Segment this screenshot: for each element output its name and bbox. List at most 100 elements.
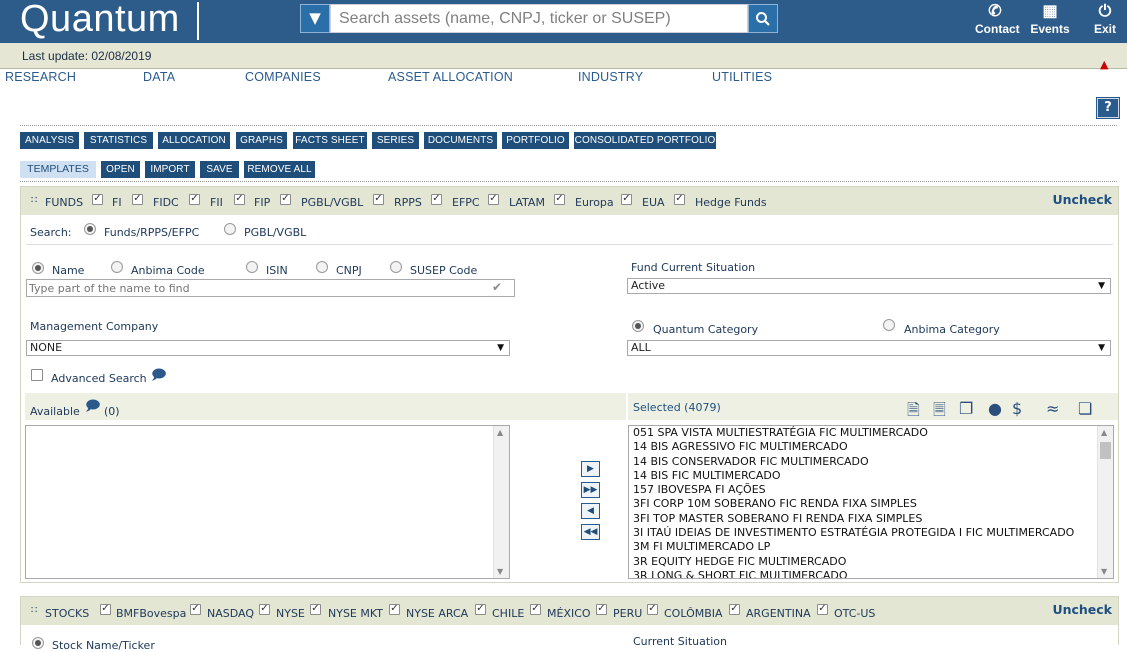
exit-link[interactable]: ⏻ Exit	[1091, 2, 1119, 36]
management-company-select[interactable]: NONE ▼	[26, 340, 510, 356]
isin-radio[interactable]	[246, 261, 258, 273]
contact-link[interactable]: ✆ Contact	[975, 2, 1020, 36]
move-left-button[interactable]: ◀	[581, 503, 600, 519]
scroll-down-icon[interactable]: ▼	[497, 567, 503, 576]
tab-facts-sheet[interactable]: FACTS SHEET	[293, 132, 367, 149]
filter-icon[interactable]: ▼	[300, 4, 330, 33]
nyse-checkbox[interactable]: ✓	[259, 604, 270, 615]
name-radio[interactable]	[32, 262, 44, 274]
efpc-checkbox[interactable]: ✓	[431, 194, 442, 205]
dollar-list-icon[interactable]: $	[1012, 399, 1022, 418]
list-item[interactable]: 3R EQUITY HEDGE FIC MULTIMERCADO	[629, 555, 1097, 569]
list-item[interactable]: 3R LONG & SHORT FIC MULTIMERCADO	[629, 569, 1097, 578]
hedge-funds-checkbox[interactable]: ✓	[674, 194, 685, 205]
menu-industry[interactable]: INDUSTRY	[578, 70, 643, 84]
otc-us-checkbox[interactable]: ✓	[817, 604, 828, 615]
list-item[interactable]: 3FI CORP 10M SOBERANO FIC RENDA FIXA SIM…	[629, 497, 1097, 511]
eua-checkbox[interactable]: ✓	[621, 194, 632, 205]
tab-series[interactable]: SERIES	[372, 132, 419, 149]
pgbl-checkbox[interactable]: ✓	[280, 194, 291, 205]
menu-research[interactable]: RESEARCH	[5, 70, 76, 84]
scrollbar[interactable]: ▲ ▼	[493, 426, 509, 578]
pgbl-vgbl-radio[interactable]	[224, 223, 236, 235]
fip-checkbox[interactable]: ✓	[234, 194, 245, 205]
funds-uncheck-link[interactable]: Uncheck	[1052, 192, 1112, 207]
drag-handle-icon[interactable]: ∷	[31, 605, 37, 616]
events-link[interactable]: ▦ Events	[1030, 2, 1070, 36]
list-item[interactable]: 051 SPA VISTA MULTIESTRATÉGIA FIC MULTIM…	[629, 426, 1097, 440]
scrollbar[interactable]: ▲ ▼	[1097, 426, 1113, 578]
move-all-right-button[interactable]: ▶▶	[581, 482, 600, 498]
fii-checkbox[interactable]: ✓	[189, 194, 200, 205]
nyse-mkt-checkbox[interactable]: ✓	[310, 604, 321, 615]
list-item[interactable]: 157 IBOVESPA FI AÇÕES	[629, 483, 1097, 497]
import-button[interactable]: IMPORT	[145, 161, 195, 178]
menu-data[interactable]: DATA	[143, 70, 175, 84]
line-chart-icon[interactable]: ≈	[1046, 399, 1059, 418]
list-item[interactable]: 14 BIS FIC MULTIMERCADO	[629, 469, 1097, 483]
tab-allocation[interactable]: ALLOCATION	[158, 132, 230, 149]
open-button[interactable]: OPEN	[101, 161, 140, 178]
scroll-down-icon[interactable]: ▼	[1101, 567, 1107, 576]
tab-consolidated-portfolio[interactable]: CONSOLIDATED PORTFOLIO	[574, 132, 716, 149]
menu-asset-allocation[interactable]: ASSET ALLOCATION	[388, 70, 513, 84]
category-select[interactable]: ALL ▼	[627, 340, 1111, 356]
cnpj-radio[interactable]	[316, 261, 328, 273]
speech-bubble-icon[interactable]: 🗩	[85, 395, 101, 419]
list-item[interactable]: 3FI TOP MASTER SOBERANO FI RENDA FIXA SI…	[629, 512, 1097, 526]
tab-analysis[interactable]: ANALYSIS	[20, 132, 79, 149]
chile-checkbox[interactable]: ✓	[475, 604, 486, 615]
windows-icon[interactable]: ❏	[1078, 399, 1092, 418]
search-icon[interactable]	[748, 4, 778, 33]
drag-handle-icon[interactable]: ∷	[31, 195, 37, 206]
bmfbovespa-checkbox[interactable]: ✓	[100, 604, 111, 615]
list-item[interactable]: 14 BIS AGRESSIVO FIC MULTIMERCADO	[629, 440, 1097, 454]
search-input[interactable]	[330, 4, 748, 33]
anbima-category-radio[interactable]	[883, 319, 895, 331]
europa-checkbox[interactable]: ✓	[554, 194, 565, 205]
stocks-uncheck-link[interactable]: Uncheck	[1052, 602, 1112, 617]
move-right-button[interactable]: ▶	[581, 461, 600, 477]
peru-checkbox[interactable]: ✓	[596, 604, 607, 615]
argentina-checkbox[interactable]: ✓	[729, 604, 740, 615]
tab-documents[interactable]: DOCUMENTS	[424, 132, 497, 149]
help-button[interactable]: ?	[1096, 97, 1120, 119]
report-icon[interactable]: 🗏	[933, 399, 946, 426]
list-item[interactable]: 3M FI MULTIMERCADO LP	[629, 540, 1097, 554]
selected-list[interactable]: 051 SPA VISTA MULTIESTRATÉGIA FIC MULTIM…	[628, 425, 1114, 579]
fidc-checkbox[interactable]: ✓	[132, 194, 143, 205]
latam-checkbox[interactable]: ✓	[488, 194, 499, 205]
mexico-checkbox[interactable]: ✓	[530, 604, 541, 615]
stock-name-radio[interactable]	[32, 637, 44, 649]
advanced-search-checkbox[interactable]	[31, 369, 43, 381]
situation-select[interactable]: Active ▼	[627, 278, 1111, 294]
funds-rpps-efpc-radio[interactable]	[84, 223, 96, 235]
scroll-up-icon[interactable]: ▲	[1101, 428, 1107, 437]
colombia-checkbox[interactable]: ✓	[647, 604, 658, 615]
document-icon[interactable]: 🗎	[907, 399, 920, 426]
tab-graphs[interactable]: GRAPHS	[236, 132, 287, 149]
scroll-thumb[interactable]	[1100, 442, 1111, 459]
tab-statistics[interactable]: STATISTICS	[84, 132, 153, 149]
available-list[interactable]: ▲ ▼	[25, 425, 510, 579]
menu-companies[interactable]: COMPANIES	[245, 70, 321, 84]
anbima-code-radio[interactable]	[111, 261, 123, 273]
move-all-left-button[interactable]: ◀◀	[581, 524, 600, 540]
list-item[interactable]: 3I ITAÚ IDEIAS DE INVESTIMENTO ESTRATÉGI…	[629, 526, 1097, 540]
name-search-input[interactable]	[26, 279, 515, 297]
fi-checkbox[interactable]: ✓	[92, 194, 103, 205]
templates-button[interactable]: TEMPLATES	[20, 161, 96, 178]
remove-all-button[interactable]: REMOVE ALL	[244, 161, 315, 178]
nasdaq-checkbox[interactable]: ✓	[190, 604, 201, 615]
list-item[interactable]: 14 BIS CONSERVADOR FIC MULTIMERCADO	[629, 455, 1097, 469]
susep-code-radio[interactable]	[390, 261, 402, 273]
quantum-category-radio[interactable]	[632, 320, 644, 332]
speech-bubble-icon[interactable]: 🗩	[151, 364, 167, 388]
save-button[interactable]: SAVE	[200, 161, 239, 178]
rpps-checkbox[interactable]: ✓	[373, 194, 384, 205]
nyse-arca-checkbox[interactable]: ✓	[389, 604, 400, 615]
scroll-up-icon[interactable]: ▲	[497, 428, 503, 437]
copy-icon[interactable]: ❐	[959, 399, 973, 418]
menu-utilities[interactable]: UTILITIES	[712, 70, 772, 84]
tab-portfolio[interactable]: PORTFOLIO	[502, 132, 569, 149]
